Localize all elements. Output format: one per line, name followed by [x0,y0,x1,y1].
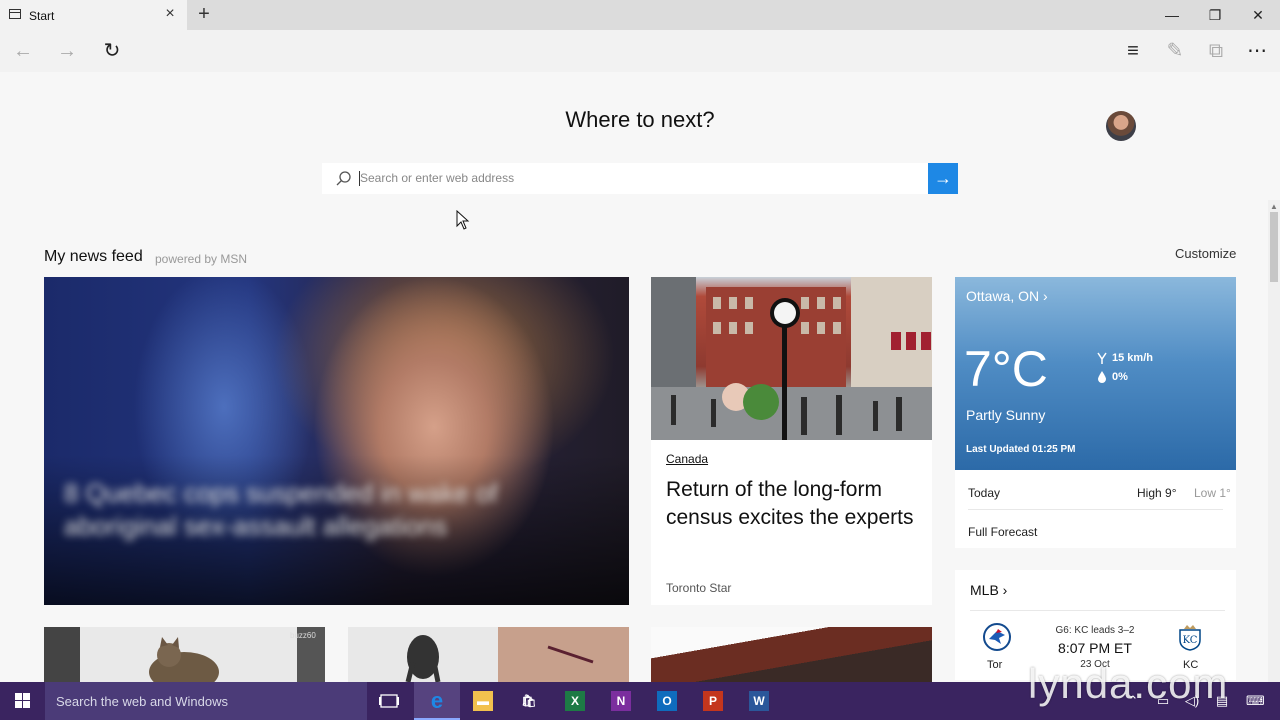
forecast-panel: Today High 9° Low 1° Full Forecast [955,470,1236,548]
scroll-thumb[interactable] [1270,212,1278,282]
store-icon: 🛍 [521,694,537,708]
search-placeholder: Search or enter web address [360,171,515,185]
weather-city[interactable]: Ottawa, ON › [966,288,1048,304]
news-feed-title: My news feed [44,248,143,265]
taskbar-app-outlook[interactable]: O [644,682,690,720]
page-icon [9,9,21,19]
go-button[interactable]: → [928,163,958,194]
powered-by-label: powered by MSN [155,252,248,266]
raindrop-icon [1098,371,1106,383]
tab-title: Start [29,9,55,23]
weather-temperature: 7°C [964,341,1048,397]
avatar[interactable] [1106,111,1136,141]
hero-headline: 8 Quebec cops suspended in wake of abori… [64,478,498,541]
taskbar-search-box[interactable]: Search the web and Windows [45,682,367,720]
title-bar: Start × + — ❐ ✕ [0,0,1280,30]
wind-speed: 15 km/h [1112,352,1153,364]
mlb-title[interactable]: MLB › [970,582,1007,598]
news-tile-building[interactable] [651,627,932,682]
tile-watermark: buzz60 [290,631,316,640]
share-button[interactable]: ⧉ [1201,36,1231,66]
search-input[interactable]: Search or enter web address [322,163,928,194]
divider [970,610,1225,611]
news-tile-cat[interactable]: buzz60 [44,627,325,682]
excel-icon: X [565,691,585,711]
game-time: 8:07 PM ET [1058,640,1132,656]
more-button[interactable]: ⋯ [1242,36,1272,66]
scroll-up-arrow-icon[interactable]: ▲ [1270,202,1278,211]
new-tab-button[interactable]: + [193,3,215,25]
street-clock-photo [651,277,932,440]
tab-start[interactable]: Start × [0,0,187,30]
census-story-card[interactable]: Canada Return of the long-form census ex… [651,277,932,605]
forecast-today-label: Today [968,486,1001,500]
away-team: Tor [987,659,1003,671]
web-note-button[interactable]: ✎ [1160,36,1190,66]
edge-icon: e [430,688,444,713]
back-button[interactable]: ← [8,36,38,66]
svg-text:KC: KC [1183,635,1198,646]
weather-condition: Partly Sunny [966,407,1046,423]
search-icon [336,171,351,186]
close-window-button[interactable]: ✕ [1236,0,1280,30]
precipitation: 0% [1112,371,1128,383]
taskbar-search-text: Search the web and Windows [56,694,228,709]
keyboard-icon[interactable]: ⌨ [1246,692,1265,710]
file-explorer-icon: ▬ [473,691,493,711]
full-forecast-link[interactable]: Full Forecast [968,525,1037,539]
customize-link[interactable]: Customize [1175,246,1236,261]
taskbar-app-file-explorer[interactable]: ▬ [460,682,506,720]
wind-icon [1097,352,1107,364]
tab-close-button[interactable]: × [160,4,180,24]
outlook-icon: O [657,691,677,711]
mouse-cursor-icon [456,210,470,230]
word-icon: W [749,691,769,711]
page-scrollbar[interactable]: ▲ [1268,200,1280,682]
taskbar-app-edge[interactable]: e [414,682,460,720]
weather-card[interactable]: Ottawa, ON › 7°C Partly Sunny 15 km/h 0%… [955,277,1236,470]
minimize-button[interactable]: — [1150,0,1194,30]
taskbar-app-onenote[interactable]: N [598,682,644,720]
animal-photo [405,635,594,682]
royals-logo-icon: KC [1179,625,1201,651]
forecast-high: High 9° [1137,486,1177,500]
task-view-icon[interactable] [378,691,400,711]
forecast-low: Low 1° [1194,486,1231,500]
refresh-button[interactable]: ↻ [97,36,127,66]
news-tile-animal[interactable] [348,627,629,682]
blue-jays-logo-icon [983,623,1011,651]
taskbar-app-powerpoint[interactable]: P [690,682,736,720]
taskbar-app-word[interactable]: W [736,682,782,720]
maximize-button[interactable]: ❐ [1193,0,1237,30]
navigation-bar: ← → ↻ ≡ ✎ ⧉ ⋯ [0,30,1280,72]
forward-button[interactable]: → [52,36,82,66]
story-source: Toronto Star [666,581,732,595]
cat-photo [149,637,219,682]
story-headline[interactable]: Return of the long-form census excites t… [666,476,921,532]
taskbar-app-store[interactable]: 🛍 [506,682,552,720]
weather-last-updated: Last Updated 01:25 PM [966,444,1076,455]
taskbar-app-excel[interactable]: X [552,682,598,720]
story-category-link[interactable]: Canada [666,452,708,466]
lynda-watermark: lynda.com [1028,660,1229,707]
divider [968,509,1223,510]
windows-start-icon[interactable] [0,682,45,720]
hub-button[interactable]: ≡ [1118,36,1148,66]
onenote-icon: N [611,691,631,711]
page-heading: Where to next? [565,107,715,132]
hero-story-card[interactable]: 8 Quebec cops suspended in wake of abori… [44,277,629,605]
powerpoint-icon: P [703,691,723,711]
game-status: G6: KC leads 3–2 [1055,625,1135,636]
